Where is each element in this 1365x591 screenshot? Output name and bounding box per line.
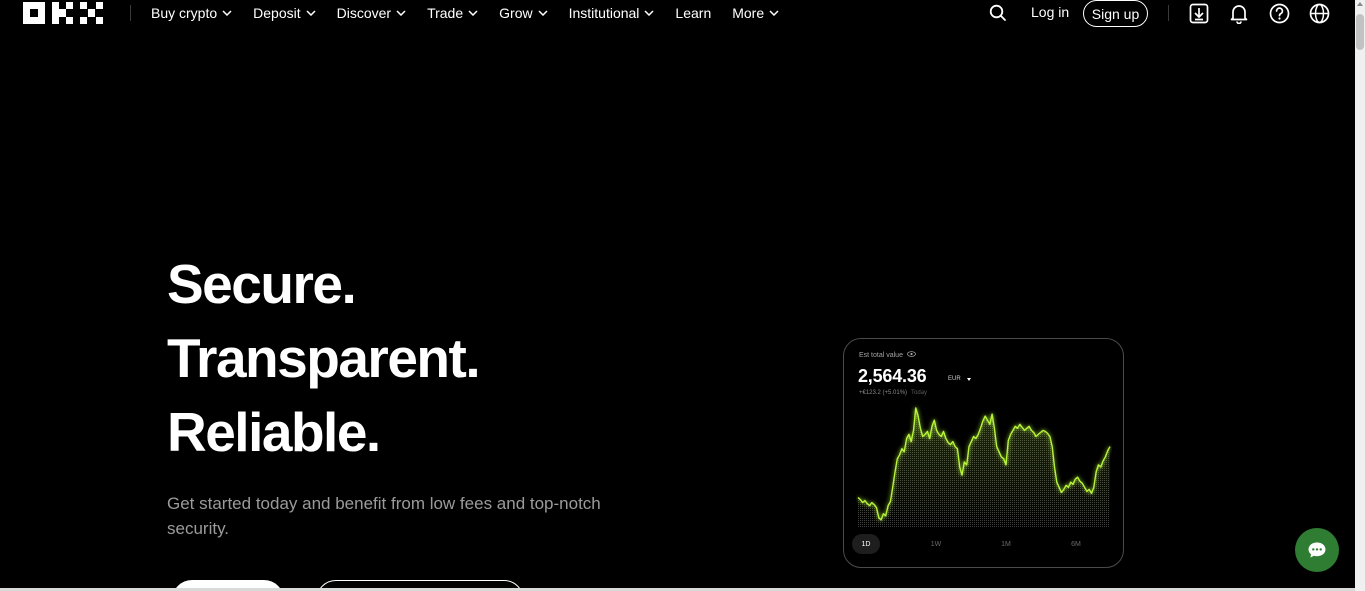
globe-icon[interactable] bbox=[1308, 2, 1330, 24]
chevron-down-icon bbox=[769, 10, 779, 16]
okx-logo[interactable] bbox=[23, 2, 103, 24]
chevron-down-icon bbox=[222, 10, 232, 16]
chevron-down-icon bbox=[396, 10, 406, 16]
nav-item-deposit[interactable]: Deposit bbox=[253, 4, 316, 22]
currency-selector[interactable]: EUR bbox=[948, 376, 961, 382]
chevron-down-icon bbox=[306, 10, 316, 16]
nav-item-label: Grow bbox=[499, 5, 533, 21]
range-tab-1w[interactable]: 1W bbox=[922, 534, 950, 554]
change-text: +€123.2 (+5.01%) Today bbox=[859, 390, 927, 396]
nav-item-label: More bbox=[732, 5, 765, 21]
okx-logo-icon bbox=[23, 2, 103, 24]
nav-item-label: Buy crypto bbox=[151, 5, 218, 21]
scroll-up-icon[interactable] bbox=[1357, 2, 1363, 6]
nav-item-label: Institutional bbox=[568, 5, 640, 21]
nav-item-label: Trade bbox=[427, 5, 464, 21]
headline-transparent: Transparent. bbox=[167, 327, 481, 389]
balance-value: 2,564.36 bbox=[858, 366, 927, 386]
nav-item-trade[interactable]: Trade bbox=[427, 4, 478, 22]
headline-reliable: Reliable. bbox=[167, 401, 381, 463]
nav-item-more[interactable]: More bbox=[732, 4, 779, 22]
signup-button[interactable]: Sign up bbox=[1083, 0, 1148, 27]
eye-icon[interactable] bbox=[907, 351, 916, 359]
login-link[interactable]: Log in bbox=[1031, 4, 1069, 20]
nav-item-learn[interactable]: Learn bbox=[675, 4, 711, 22]
search-icon[interactable] bbox=[988, 3, 1008, 23]
nav-divider-right bbox=[1168, 5, 1169, 21]
nav-divider bbox=[130, 5, 131, 21]
chat-button[interactable] bbox=[1295, 528, 1339, 572]
top-nav: Buy crypto Deposit Discover Trade Grow Instit… bbox=[0, 0, 1355, 28]
chevron-down-icon bbox=[538, 10, 548, 16]
hero-subtitle: Get started today and benefit from low f… bbox=[167, 494, 601, 538]
page-scrollbar[interactable] bbox=[1355, 0, 1365, 591]
nav-item-grow[interactable]: Grow bbox=[499, 4, 548, 22]
bell-icon[interactable] bbox=[1228, 2, 1250, 24]
chevron-down-icon bbox=[644, 10, 654, 16]
portfolio-chart bbox=[857, 407, 1111, 528]
nav-item-institutional[interactable]: Institutional bbox=[569, 4, 655, 22]
page: Buy crypto Deposit Discover Trade Grow Instit… bbox=[0, 0, 1365, 591]
nav-item-buy-crypto[interactable]: Buy crypto bbox=[151, 4, 232, 22]
help-icon[interactable] bbox=[1268, 2, 1290, 24]
headline-secure: Secure. bbox=[167, 253, 357, 315]
chat-icon bbox=[1308, 542, 1326, 558]
nav-item-label: Learn bbox=[675, 5, 712, 21]
nav-item-label: Deposit bbox=[253, 5, 301, 21]
range-tabs: 1D 1W 1M 6M bbox=[844, 534, 1123, 554]
chevron-down-icon bbox=[468, 10, 478, 16]
change-value: +€123.2 (+5.01%) bbox=[859, 390, 908, 396]
change-period: Today bbox=[911, 390, 928, 396]
est-total-text: Est total value bbox=[859, 351, 903, 359]
est-total-label: Est total value bbox=[859, 351, 916, 359]
portfolio-card: Est total value 2,564.36 EUR +€123.2 (+5… bbox=[843, 338, 1124, 568]
range-tab-6m[interactable]: 6M bbox=[1062, 534, 1090, 554]
nav-item-discover[interactable]: Discover bbox=[337, 4, 406, 22]
nav-item-label: Discover bbox=[336, 5, 392, 21]
scroll-thumb[interactable] bbox=[1356, 14, 1364, 50]
nav-menu: Buy crypto Deposit Discover Trade Grow Instit… bbox=[151, 4, 800, 22]
download-icon[interactable] bbox=[1188, 2, 1210, 24]
caret-down-icon[interactable] bbox=[967, 378, 971, 381]
range-tab-1m[interactable]: 1M bbox=[992, 534, 1020, 554]
range-tab-1d[interactable]: 1D bbox=[852, 534, 880, 554]
